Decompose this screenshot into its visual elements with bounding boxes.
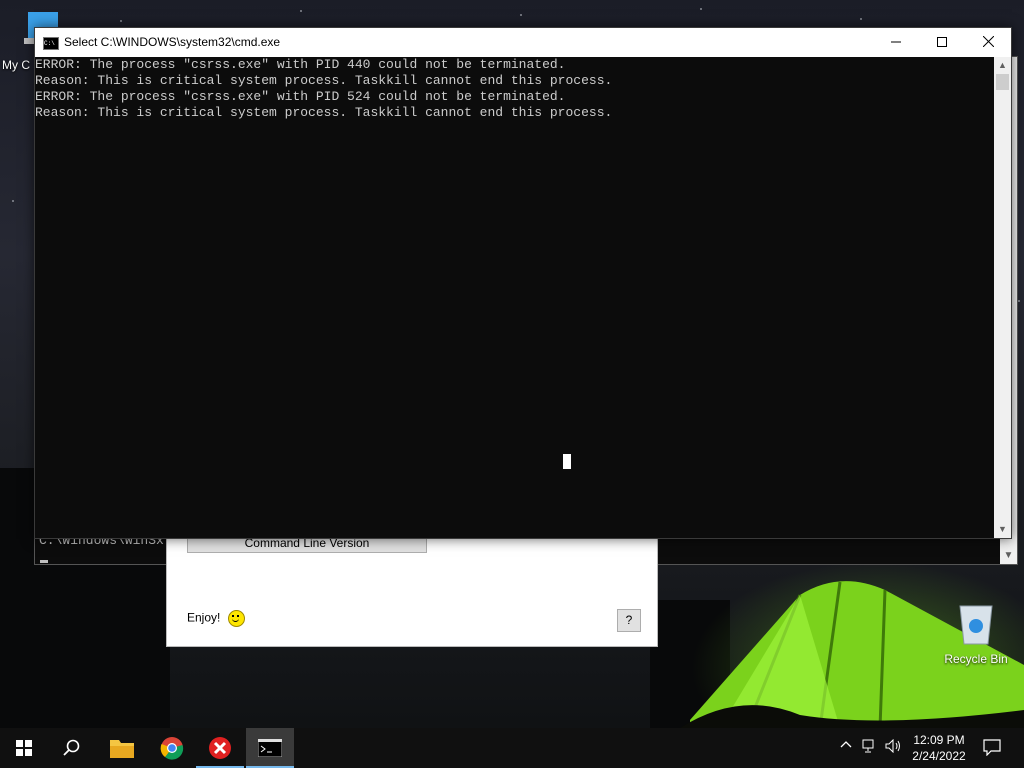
cmd-icon	[258, 739, 282, 757]
star	[1018, 300, 1020, 302]
scroll-down-icon[interactable]: ▼	[1000, 547, 1017, 564]
network-button[interactable]	[862, 739, 878, 756]
action-center-button[interactable]	[983, 738, 1001, 759]
window-title: Select C:\WINDOWS\system32\cmd.exe	[64, 35, 281, 49]
console-line: ERROR: The process "csrss.exe" with PID …	[35, 89, 566, 104]
desktop-icon-label: My C	[2, 58, 30, 72]
enjoy-text: Enjoy!	[187, 610, 245, 627]
background-console-cursor	[40, 560, 48, 563]
taskbar: 12:09 PM 2/24/2022	[0, 728, 1024, 768]
help-button[interactable]: ?	[617, 609, 641, 632]
file-explorer-icon	[110, 740, 134, 758]
start-icon	[16, 740, 32, 756]
x-app-icon	[209, 737, 231, 759]
maximize-icon	[937, 37, 947, 47]
console-output[interactable]: ERROR: The process "csrss.exe" with PID …	[35, 57, 993, 538]
star	[700, 8, 702, 10]
start-button[interactable]	[0, 728, 48, 768]
recycle-bin-icon	[959, 605, 993, 645]
smiley-icon	[227, 610, 245, 627]
chrome-button[interactable]	[148, 728, 196, 768]
info-dialog: Command Line Version Enjoy! ?	[166, 535, 658, 647]
chevron-up-icon	[840, 741, 852, 748]
scroll-thumb[interactable]	[996, 74, 1009, 90]
clock-date: 2/24/2022	[912, 749, 966, 763]
star	[300, 10, 302, 12]
ground-silhouette	[0, 560, 170, 728]
scroll-down-icon[interactable]: ▼	[994, 521, 1011, 538]
red-x-app-button[interactable]	[196, 728, 244, 768]
desktop-icon-label: Recycle Bin	[944, 652, 1008, 666]
console-line: ERROR: The process "csrss.exe" with PID …	[35, 57, 566, 72]
title-bar[interactable]: C:\ Select C:\WINDOWS\system32\cmd.exe	[35, 28, 1011, 57]
volume-button[interactable]	[885, 738, 901, 756]
star	[860, 18, 862, 20]
desktop: My C Recycle Bin C:\Windows\WinSx ▼ Comm…	[0, 0, 1024, 728]
text-cursor	[563, 454, 571, 469]
notification-icon	[983, 739, 1001, 757]
star	[12, 200, 14, 202]
network-icon	[862, 739, 874, 753]
cmd-taskbar-button[interactable]	[246, 728, 294, 768]
close-icon	[982, 35, 994, 48]
scroll-up-icon[interactable]: ▲	[994, 57, 1011, 74]
show-hidden-icons-button[interactable]	[840, 739, 852, 754]
star	[120, 20, 122, 22]
system-clock[interactable]: 12:09 PM 2/24/2022	[905, 732, 973, 764]
volume-icon	[885, 738, 900, 754]
maximize-button[interactable]	[919, 28, 965, 57]
minimize-button[interactable]	[873, 28, 919, 57]
desktop-icon-recycle-bin[interactable]: Recycle Bin	[940, 602, 1012, 666]
chrome-icon	[160, 737, 184, 760]
console-line: Reason: This is critical system process.…	[35, 73, 613, 88]
cmd-icon: C:\	[43, 37, 59, 50]
enjoy-label: Enjoy!	[187, 610, 221, 625]
console-line: Reason: This is critical system process.…	[35, 105, 613, 120]
search-icon	[63, 739, 80, 756]
star	[520, 14, 522, 16]
cmd-window[interactable]: C:\ Select C:\WINDOWS\system32\cmd.exe E…	[34, 27, 1012, 539]
file-explorer-button[interactable]	[98, 728, 146, 768]
minimize-icon	[891, 41, 901, 43]
search-button[interactable]	[48, 728, 96, 768]
vertical-scrollbar[interactable]: ▲ ▼	[994, 57, 1011, 538]
close-button[interactable]	[965, 28, 1011, 57]
clock-time: 12:09 PM	[913, 733, 965, 747]
